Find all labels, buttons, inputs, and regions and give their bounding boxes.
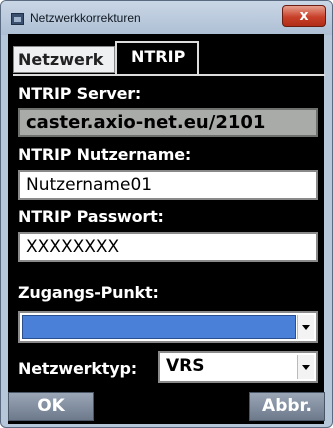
ok-button[interactable]: OK <box>8 392 94 421</box>
access-point-selected <box>22 315 296 339</box>
tab-ntrip[interactable]: NTRIP <box>115 41 199 74</box>
access-point-label: Zugangs-Punkt: <box>18 283 159 302</box>
tab-divider <box>13 74 325 76</box>
username-label: NTRIP Nutzername: <box>18 145 192 164</box>
password-input[interactable] <box>18 232 318 262</box>
chevron-down-icon[interactable] <box>297 355 314 379</box>
password-label: NTRIP Passwort: <box>18 207 164 226</box>
server-field: caster.axio-net.eu/2101 <box>18 108 318 137</box>
access-point-select[interactable] <box>18 311 318 343</box>
server-label: NTRIP Server: <box>18 84 142 103</box>
tab-netzwerk[interactable]: Netzwerk <box>13 46 115 73</box>
dialog-window: Netzwerkkorrekturen x Netzwerk NTRIP NTR… <box>0 0 333 428</box>
network-type-label: Netzwerktyp: <box>18 359 137 378</box>
window-title: Netzwerkkorrekturen <box>30 11 141 25</box>
chevron-down-icon[interactable] <box>297 315 314 339</box>
close-button[interactable]: x <box>282 5 326 27</box>
username-input[interactable] <box>18 170 318 200</box>
network-type-select[interactable]: VRS <box>158 351 318 383</box>
network-type-value: VRS <box>166 356 205 376</box>
app-icon <box>11 13 24 25</box>
title-bar[interactable]: Netzwerkkorrekturen x <box>1 1 332 35</box>
cancel-button[interactable]: Abbr. <box>249 392 325 421</box>
